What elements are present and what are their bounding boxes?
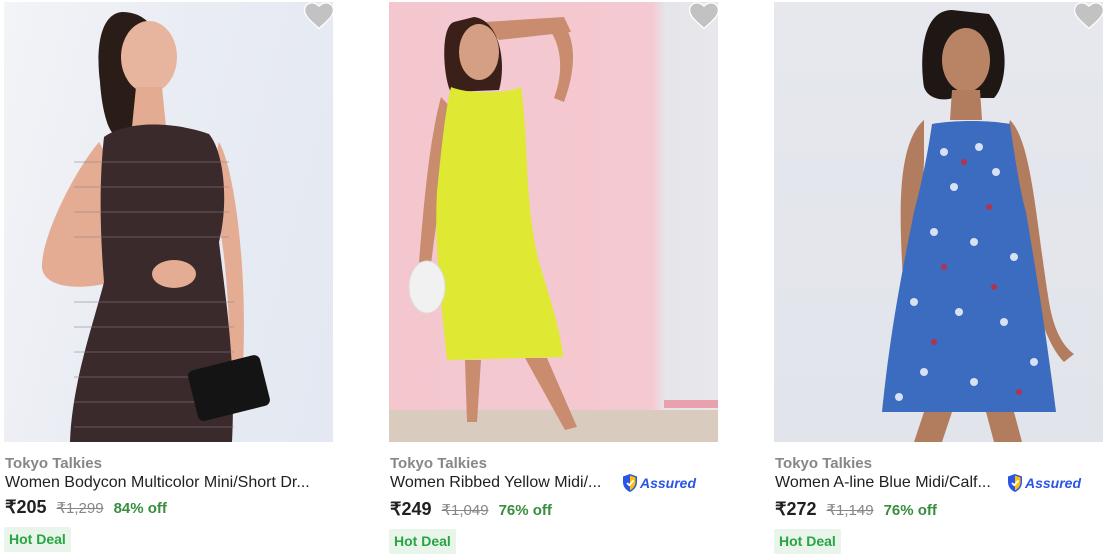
product-brand: Tokyo Talkies (390, 455, 487, 472)
product-card[interactable]: Tokyo Talkies Women Ribbed Yellow Midi/.… (389, 0, 719, 554)
original-price: ₹1,049 (441, 502, 489, 519)
price-row: ₹249 ₹1,049 76% off (390, 499, 552, 520)
hot-deal-badge: Hot Deal (4, 527, 71, 552)
heart-icon[interactable] (689, 2, 718, 30)
price-row: ₹272 ₹1,149 76% off (775, 499, 937, 520)
product-image[interactable] (389, 2, 718, 442)
hot-deal-badge: Hot Deal (389, 529, 456, 554)
product-card[interactable]: Tokyo Talkies Women A-line Blue Midi/Cal… (774, 0, 1104, 554)
hot-deal-badge: Hot Deal (774, 529, 841, 554)
heart-icon[interactable] (304, 2, 333, 30)
discount-percent: 76% off (498, 502, 552, 519)
product-image[interactable] (774, 2, 1103, 442)
assured-shield-icon (1008, 474, 1022, 492)
product-title[interactable]: Women Bodycon Multicolor Mini/Short Dr..… (5, 474, 335, 492)
product-card[interactable]: Tokyo Talkies Women Bodycon Multicolor M… (4, 0, 334, 554)
original-price: ₹1,149 (826, 502, 874, 519)
selling-price: ₹272 (775, 499, 817, 519)
price-row: ₹205 ₹1,299 84% off (5, 497, 167, 518)
discount-percent: 76% off (883, 502, 937, 519)
assured-shield-icon (623, 474, 637, 492)
assured-label: Assured (1025, 475, 1082, 491)
original-price: ₹1,299 (56, 500, 104, 517)
selling-price: ₹205 (5, 497, 47, 517)
discount-percent: 84% off (113, 500, 167, 517)
assured-badge: Assured (1006, 472, 1081, 494)
assured-badge: Assured (621, 472, 696, 494)
product-brand: Tokyo Talkies (775, 455, 872, 472)
selling-price: ₹249 (390, 499, 432, 519)
product-image[interactable] (4, 2, 333, 442)
heart-icon[interactable] (1074, 2, 1103, 30)
assured-label: Assured (640, 475, 697, 491)
product-brand: Tokyo Talkies (5, 455, 102, 472)
